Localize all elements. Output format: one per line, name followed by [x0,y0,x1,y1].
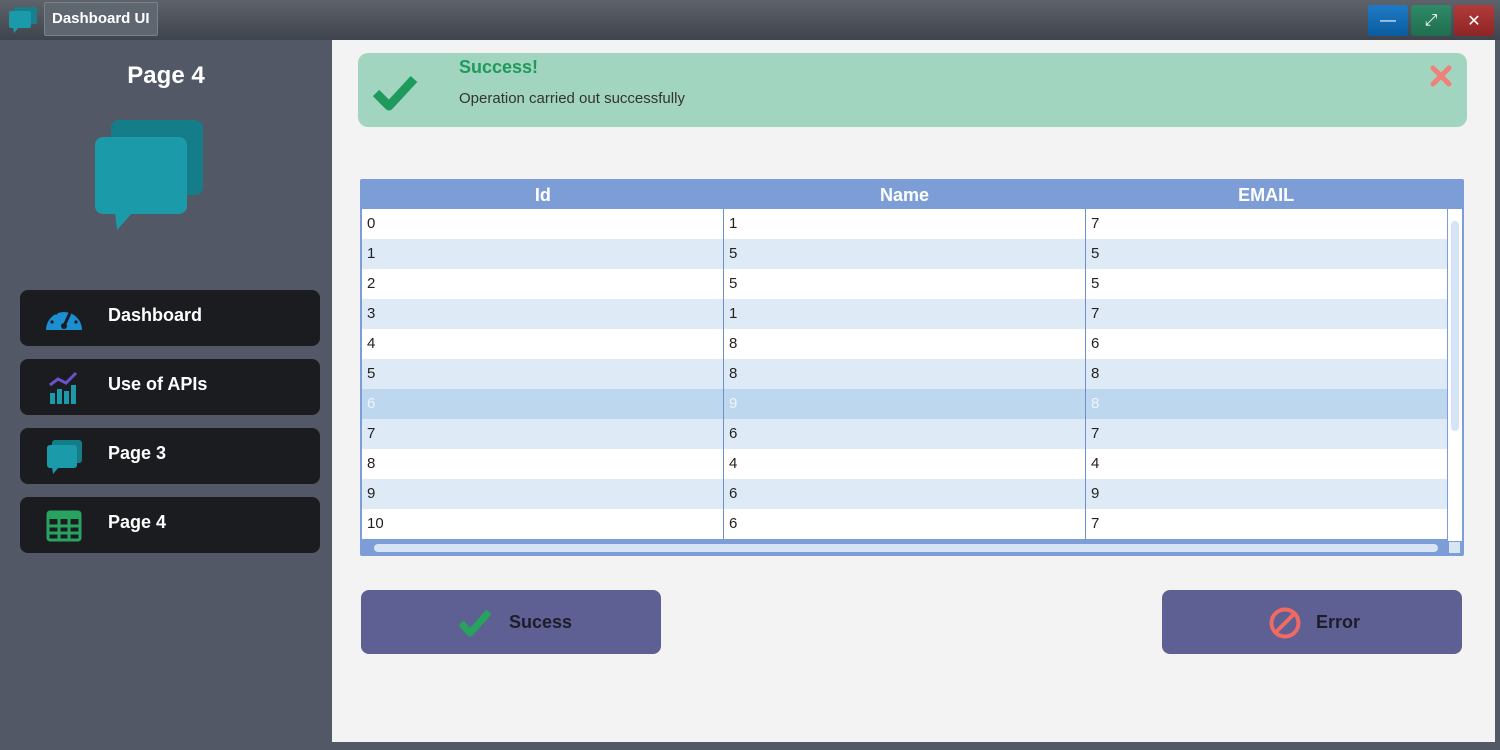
table-cell[interactable]: 7 [1086,509,1447,539]
table-cell[interactable]: 1 [724,299,1086,329]
table-cell[interactable]: 5 [362,359,724,389]
table-row[interactable]: 255 [362,269,1447,299]
bar-chart-icon [49,371,78,404]
table-cell[interactable]: 8 [362,449,724,479]
table-cell[interactable]: 8 [1086,389,1447,419]
table-cell[interactable]: 5 [1086,239,1447,269]
close-icon[interactable] [1430,65,1452,87]
table-cell[interactable]: 7 [1086,419,1447,449]
chat-bubbles-icon [47,440,82,474]
table-cell[interactable]: 7 [1086,209,1447,239]
table-cell[interactable]: 7 [1086,299,1447,329]
scroll-corner [1449,542,1460,553]
sidebar-item-page-3[interactable]: Page 3 [20,428,320,484]
table-row[interactable]: 317 [362,299,1447,329]
table-cell[interactable]: 4 [1086,449,1447,479]
prohibited-icon [1269,607,1301,639]
alert-title: Success! [459,57,539,77]
table-cell[interactable]: 6 [724,479,1086,509]
success-alert: Success! Operation carried out successfu… [358,53,1467,127]
speedometer-icon [46,307,82,330]
sidebar-item-label: Dashboard [108,305,203,325]
data-table: Id Name EMAIL 01715525531748658869876784… [360,179,1464,556]
table-cell[interactable]: 6 [362,389,724,419]
table-row[interactable]: 017 [362,209,1447,239]
alert-message: Operation carried out successfully [459,90,685,107]
checkmark-icon [458,609,492,637]
table-header: Id Name EMAIL [362,179,1447,209]
sidebar-title: Page 4 [127,62,205,89]
table-cell[interactable]: 5 [724,269,1086,299]
table-row[interactable]: 969 [362,479,1447,509]
sidebar: Page 4 Dashboard Use of APIs Page 3 Page… [0,40,332,750]
title-bar: Dashboard UI — ⤢ ✕ [0,0,1500,40]
table-cell[interactable]: 1 [724,209,1086,239]
table-cell[interactable]: 4 [362,329,724,359]
table-row[interactable]: 10 6 7 [362,509,1447,539]
success-button[interactable]: Sucess [361,590,661,654]
table-cell[interactable]: 0 [362,209,724,239]
table-cell[interactable]: 10 [362,509,724,539]
table-row[interactable]: 844 [362,449,1447,479]
table-cell[interactable]: 6 [1086,329,1447,359]
vertical-scrollbar[interactable] [1448,209,1462,541]
table-row[interactable]: 155 [362,239,1447,269]
main-content: Success! Operation carried out successfu… [332,40,1495,742]
table-cell[interactable]: 3 [362,299,724,329]
checkmark-icon [372,75,418,111]
table-row[interactable]: 767 [362,419,1447,449]
vertical-scroll-thumb[interactable] [1451,221,1459,431]
table-cell[interactable]: 9 [724,389,1086,419]
maximize-button[interactable]: ⤢ [1411,5,1451,36]
table-cell[interactable]: 8 [1086,359,1447,389]
table-cell[interactable]: 2 [362,269,724,299]
table-body: 0 1 7 1 5 5 2 5 5 3 1 7 4 8 6 5 8 8 6 9 8 7 6 7 8 4 4 9 6 9 10 6 7 [362,209,1447,539]
column-header-name[interactable]: Name [724,179,1086,209]
table-grid-icon [46,510,82,542]
table-row[interactable]: 486 [362,329,1447,359]
table-row[interactable]: 588 [362,359,1447,389]
table-cell[interactable]: 5 [724,239,1086,269]
table-cell[interactable]: 7 [362,419,724,449]
table-cell[interactable]: 1 [362,239,724,269]
success-button-label: Sucess [509,612,573,632]
table-row[interactable]: 698 [362,389,1447,419]
table-cell[interactable]: 9 [1086,479,1447,509]
table-cell[interactable]: 9 [362,479,724,509]
table-cell[interactable]: 6 [724,419,1086,449]
table-cell[interactable]: 5 [1086,269,1447,299]
horizontal-scroll-thumb[interactable] [374,544,1438,552]
sidebar-item-label: Page 4 [108,512,167,532]
window-title: Dashboard UI [44,2,158,36]
table-cell[interactable]: 8 [724,329,1086,359]
minimize-button[interactable]: — [1368,5,1408,36]
chat-bubbles-icon [9,7,37,33]
sidebar-item-label: Page 3 [108,443,167,463]
sidebar-item-page-4[interactable]: Page 4 [20,497,320,553]
table-cell[interactable]: 4 [724,449,1086,479]
column-header-id[interactable]: Id [362,179,724,209]
column-header-email[interactable]: EMAIL [1085,179,1447,209]
table-cell[interactable]: 6 [724,509,1086,539]
sidebar-item-label: Use of APIs [108,374,208,394]
horizontal-scrollbar[interactable] [362,541,1447,554]
chat-bubbles-icon [95,120,203,230]
error-button[interactable]: Error [1162,590,1462,654]
table-cell[interactable]: 8 [724,359,1086,389]
close-window-button[interactable]: ✕ [1454,5,1494,36]
sidebar-item-use-of-apis[interactable]: Use of APIs [20,359,320,415]
error-button-label: Error [1316,612,1361,632]
sidebar-item-dashboard[interactable]: Dashboard [20,290,320,346]
